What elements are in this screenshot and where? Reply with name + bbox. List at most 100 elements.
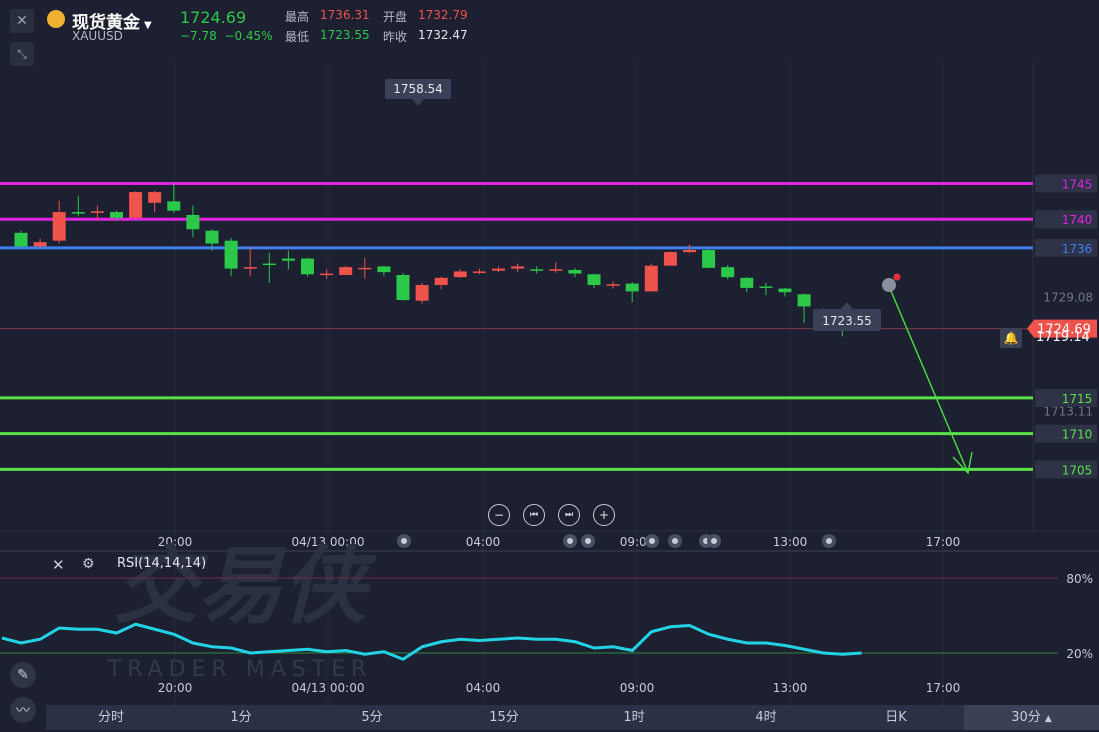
candle[interactable] bbox=[549, 262, 563, 273]
timeframe-tab[interactable]: 1分 bbox=[211, 705, 271, 730]
candle[interactable] bbox=[740, 277, 754, 293]
candle[interactable] bbox=[702, 249, 716, 268]
time-axis-label: 13:00 bbox=[773, 535, 808, 549]
candle-body bbox=[606, 284, 620, 286]
bell-icon: 🔔 bbox=[1003, 331, 1019, 345]
zoom-in-button[interactable]: + bbox=[593, 504, 615, 526]
candle[interactable] bbox=[320, 269, 334, 279]
candle[interactable] bbox=[186, 205, 200, 238]
timeframe-tab[interactable]: 5分 bbox=[342, 705, 402, 730]
candle[interactable] bbox=[396, 272, 410, 301]
candle-body bbox=[415, 285, 429, 301]
candle[interactable] bbox=[568, 267, 582, 278]
candle-body bbox=[205, 230, 219, 244]
candle[interactable] bbox=[453, 269, 467, 278]
zoom-out-icon: − bbox=[493, 508, 505, 522]
open-value: 1732.79 bbox=[418, 8, 468, 22]
candle-body bbox=[281, 258, 295, 261]
event-marker-dot bbox=[401, 538, 407, 544]
candle[interactable] bbox=[472, 268, 486, 275]
candle-body bbox=[644, 265, 658, 292]
candle-body bbox=[33, 242, 47, 247]
timeframe-tab[interactable]: 15分 bbox=[474, 705, 534, 730]
candle[interactable] bbox=[224, 237, 238, 277]
candle[interactable] bbox=[14, 230, 28, 248]
candle[interactable] bbox=[530, 266, 544, 274]
draw-tool-button[interactable]: ✎ bbox=[10, 662, 36, 688]
rsi-settings-icon[interactable]: ⚙ bbox=[82, 556, 95, 572]
candle[interactable] bbox=[377, 265, 391, 276]
level-tag-label: 1715 bbox=[1062, 392, 1093, 406]
prev-close-value: 1732.47 bbox=[418, 28, 468, 42]
candle-body bbox=[90, 211, 104, 213]
rsi-close-icon[interactable]: ✕ bbox=[52, 556, 65, 574]
candle[interactable] bbox=[511, 263, 525, 273]
candle[interactable] bbox=[301, 257, 314, 277]
event-marker-dot bbox=[711, 538, 717, 544]
candle-body bbox=[549, 269, 563, 271]
candle-body bbox=[377, 266, 391, 273]
candle[interactable] bbox=[759, 282, 773, 296]
candle-body bbox=[625, 283, 639, 292]
candle[interactable] bbox=[492, 266, 505, 273]
event-marker-dot bbox=[567, 538, 573, 544]
candle[interactable] bbox=[52, 200, 66, 244]
candle-body bbox=[453, 271, 467, 278]
candle[interactable] bbox=[262, 252, 276, 283]
candle-body bbox=[14, 232, 28, 247]
candle-body bbox=[434, 277, 448, 286]
jump-start-button[interactable]: ⏮ bbox=[523, 504, 545, 526]
zoom-out-button[interactable]: − bbox=[488, 504, 510, 526]
rsi-level-20-label: 20% bbox=[1066, 647, 1093, 661]
indicator-button[interactable]: 〰 bbox=[10, 697, 36, 723]
trading-chart[interactable]: 20:00 04/13 00:00 04:00 09:00 13:00 17:00 20:0… bbox=[0, 0, 1099, 730]
candle[interactable] bbox=[721, 264, 735, 280]
candle[interactable] bbox=[281, 250, 295, 270]
jump-end-button[interactable]: ⏭ bbox=[558, 504, 580, 526]
candle[interactable] bbox=[129, 191, 143, 220]
instrument-symbol: XAUUSD bbox=[72, 29, 123, 43]
timeframe-tab[interactable]: 分时 bbox=[81, 705, 141, 730]
candle[interactable] bbox=[644, 263, 658, 292]
candle[interactable] bbox=[663, 251, 677, 266]
timeframe-tab-active[interactable]: 30分 ▲ bbox=[964, 705, 1099, 730]
skip-back-icon: ⏮ bbox=[529, 510, 539, 520]
candle-body bbox=[110, 212, 123, 218]
candle-body bbox=[472, 271, 486, 273]
candle[interactable] bbox=[339, 265, 353, 275]
timeframe-tab[interactable]: 4时 bbox=[736, 705, 796, 730]
prev-close-label: 昨收 bbox=[383, 30, 408, 44]
candle[interactable] bbox=[148, 190, 162, 213]
candle-body bbox=[167, 201, 181, 211]
candle[interactable] bbox=[358, 257, 372, 279]
close-button[interactable]: ✕ bbox=[10, 9, 34, 33]
candle[interactable] bbox=[434, 276, 448, 290]
candle[interactable] bbox=[243, 246, 257, 277]
event-marker-dot bbox=[649, 538, 655, 544]
open-label: 开盘 bbox=[383, 10, 408, 24]
info-icon[interactable] bbox=[882, 278, 896, 292]
timeframe-tab[interactable]: 日K bbox=[866, 705, 926, 730]
candle[interactable] bbox=[415, 282, 429, 304]
level-tag-label: 1710 bbox=[1062, 428, 1093, 442]
timeframe-tab[interactable]: 1时 bbox=[604, 705, 664, 730]
candle-body bbox=[740, 277, 754, 288]
candle[interactable] bbox=[71, 195, 85, 217]
notification-dot-icon bbox=[893, 273, 901, 281]
candle-body bbox=[778, 288, 792, 293]
candle[interactable] bbox=[167, 183, 181, 213]
main-chart-svg[interactable]: 20:00 04/13 00:00 04:00 09:00 13:00 17:0020:0… bbox=[0, 0, 1099, 730]
projection-arrow-line bbox=[890, 290, 969, 474]
rsi-time-axis-label: 04/13 00:00 bbox=[292, 681, 365, 695]
candle[interactable] bbox=[606, 281, 620, 289]
collapse-button[interactable]: ⤡ bbox=[10, 42, 34, 66]
candle[interactable] bbox=[797, 293, 811, 323]
candle-body bbox=[129, 192, 143, 218]
candle[interactable] bbox=[587, 273, 601, 288]
candle-body bbox=[243, 267, 257, 269]
alert-bell-button[interactable]: 🔔 bbox=[1000, 328, 1022, 348]
rsi-level-80-label: 80% bbox=[1066, 572, 1093, 586]
level-tag-label: 1745 bbox=[1062, 178, 1093, 192]
indicator-chart-icon: 〰 bbox=[16, 703, 30, 719]
timeframe-bar: 分时 1分 5分 15分 1时 4时 日K 30分 ▲ bbox=[46, 705, 1099, 730]
